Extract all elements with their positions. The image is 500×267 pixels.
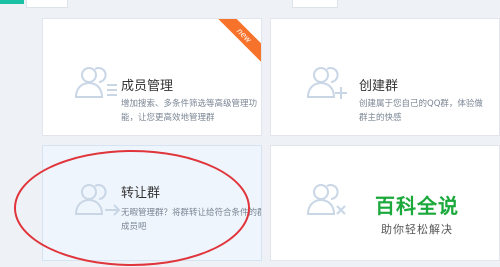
remove-group-icon <box>306 184 346 215</box>
card-title: 转让群 <box>121 186 161 201</box>
transfer-group-card[interactable]: 转让群 无暇管理群？将群转让给符合条件的群成员吧 <box>42 145 262 261</box>
card-description: 无暇管理群？将群转让给符合条件的群成员吧 <box>121 208 262 232</box>
member-list-icon <box>74 67 117 98</box>
add-group-icon <box>306 67 347 99</box>
card-title: 创建群 <box>359 79 399 94</box>
member-management-card[interactable]: 成员管理 增加搜索、多条件筛选等高级管理功能，让您更高效地管理群 new <box>42 18 262 136</box>
card-title: 成员管理 <box>121 79 174 94</box>
card-description: 增加搜索、多条件筛选等高级管理功能，让您更高效地管理群 <box>121 99 258 123</box>
top-tab-2[interactable] <box>292 0 338 8</box>
create-group-card[interactable]: 创建群 创建属于您自己的QQ群，体验做群主的快感 <box>270 18 500 136</box>
new-badge: new <box>214 19 261 65</box>
card-description: 创建属于您自己的QQ群，体验做群主的快感 <box>359 99 483 123</box>
top-tab-strip <box>0 0 500 10</box>
watermark-title: 百科全说 <box>375 194 459 218</box>
accent-strip <box>0 0 24 4</box>
watermark: 百科全说 助你轻松解决 <box>362 190 472 237</box>
transfer-group-icon <box>74 184 121 216</box>
top-tab-1[interactable] <box>26 0 68 8</box>
watermark-subtitle: 助你轻松解决 <box>381 223 453 236</box>
